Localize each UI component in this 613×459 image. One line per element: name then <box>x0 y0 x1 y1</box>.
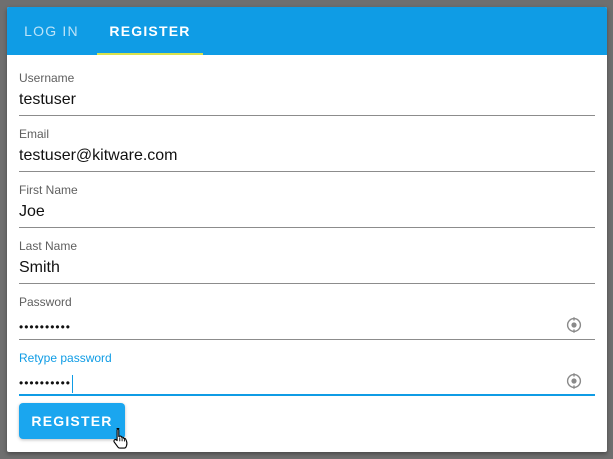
first-name-underline <box>19 227 595 228</box>
first-name-label: First Name <box>19 183 78 197</box>
retype-password-input[interactable]: •••••••••• <box>19 373 74 393</box>
active-tab-indicator <box>97 53 203 55</box>
password-field[interactable]: Password •••••••••• <box>19 295 595 351</box>
email-label: Email <box>19 127 50 141</box>
first-name-input[interactable]: Joe <box>19 202 45 222</box>
last-name-label: Last Name <box>19 239 78 253</box>
last-name-field[interactable]: Last Name Smith <box>19 239 595 295</box>
text-caret <box>72 374 74 393</box>
password-label: Password <box>19 295 72 309</box>
retype-password-label: Retype password <box>19 351 112 365</box>
username-underline <box>19 115 595 116</box>
retype-password-value: •••••••••• <box>19 376 72 390</box>
email-input[interactable]: testuser@kitware.com <box>19 146 178 166</box>
tab-register[interactable]: REGISTER <box>97 7 203 55</box>
password-underline <box>19 339 595 340</box>
eye-icon[interactable] <box>565 372 583 390</box>
password-input[interactable]: •••••••••• <box>19 317 71 337</box>
last-name-input[interactable]: Smith <box>19 258 60 278</box>
tab-bar: LOG IN REGISTER <box>7 7 607 55</box>
register-button[interactable]: REGISTER <box>19 403 125 439</box>
eye-icon[interactable] <box>565 316 583 334</box>
email-field[interactable]: Email testuser@kitware.com <box>19 127 595 183</box>
first-name-field[interactable]: First Name Joe <box>19 183 595 239</box>
auth-dialog: LOG IN REGISTER Username testuser Email … <box>7 7 607 452</box>
retype-password-field[interactable]: Retype password •••••••••• <box>19 351 595 407</box>
username-label: Username <box>19 71 75 85</box>
tab-log-in[interactable]: LOG IN <box>7 7 96 55</box>
retype-password-underline <box>19 394 595 396</box>
username-field[interactable]: Username testuser <box>19 71 595 127</box>
last-name-underline <box>19 283 595 284</box>
email-underline <box>19 171 595 172</box>
username-input[interactable]: testuser <box>19 90 76 110</box>
